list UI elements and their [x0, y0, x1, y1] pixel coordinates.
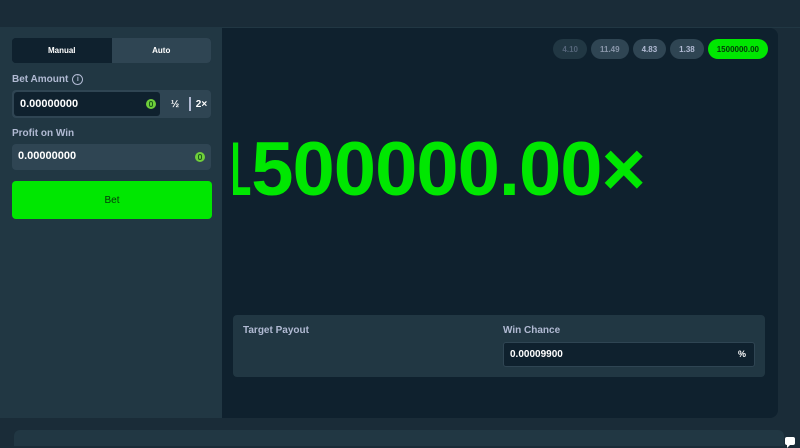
bet-amount-row: 0.00000000 ½ 2×: [12, 90, 211, 118]
bet-divider: [189, 97, 191, 111]
target-payout-label: Target Payout: [243, 325, 309, 336]
win-chance-value: 0.00009900: [510, 349, 563, 360]
double-bet-button[interactable]: 2×: [192, 92, 211, 116]
multiplier-value: 1500000.00×: [233, 127, 646, 212]
history-pill[interactable]: 1.38: [670, 39, 704, 59]
bet-button[interactable]: Bet: [12, 181, 212, 219]
percent-symbol: %: [737, 349, 746, 359]
top-bar: [0, 0, 800, 28]
footer-panel: [14, 430, 784, 446]
info-icon[interactable]: i: [72, 74, 84, 85]
history-pill[interactable]: 11.49: [591, 39, 629, 59]
tab-auto[interactable]: Auto: [111, 38, 211, 63]
history-pill-latest[interactable]: 1500000.00: [707, 39, 768, 59]
target-panel: Target Payout Win Chance 0.00009900 %: [233, 315, 765, 377]
win-chance-label: Win Chance: [503, 325, 561, 336]
profit-value: 0.00000000: [18, 150, 77, 162]
half-bet-button[interactable]: ½: [162, 92, 188, 116]
history-pill[interactable]: 4.83: [632, 39, 667, 59]
bet-amount-input[interactable]: 0.00000000: [14, 92, 160, 116]
bet-amount-label: Bet Amount: [12, 74, 69, 85]
bet-amount-value: 0.00000000: [20, 98, 79, 110]
profit-input[interactable]: 0.00000000: [12, 144, 211, 170]
history-pill[interactable]: 4.10: [553, 39, 587, 59]
chat-icon[interactable]: [785, 437, 795, 448]
profit-label-row: Profit on Win: [12, 128, 74, 139]
coin-icon: [195, 152, 205, 162]
bet-controls-sidebar: Manual Auto Bet Amount i 0.00000000 ½ 2×…: [0, 28, 222, 418]
mode-tabs: Manual Auto: [12, 38, 211, 63]
coin-icon: [146, 99, 156, 109]
profit-label: Profit on Win: [12, 128, 75, 139]
win-chance-input[interactable]: 0.00009900 %: [503, 342, 755, 367]
tab-manual[interactable]: Manual: [12, 38, 112, 63]
bet-amount-label-row: Bet Amount i: [12, 74, 84, 85]
multiplier-display: 1500000.00×: [233, 115, 778, 225]
recent-results: 4.10 11.49 4.83 1.38 1500000.00: [553, 39, 768, 59]
